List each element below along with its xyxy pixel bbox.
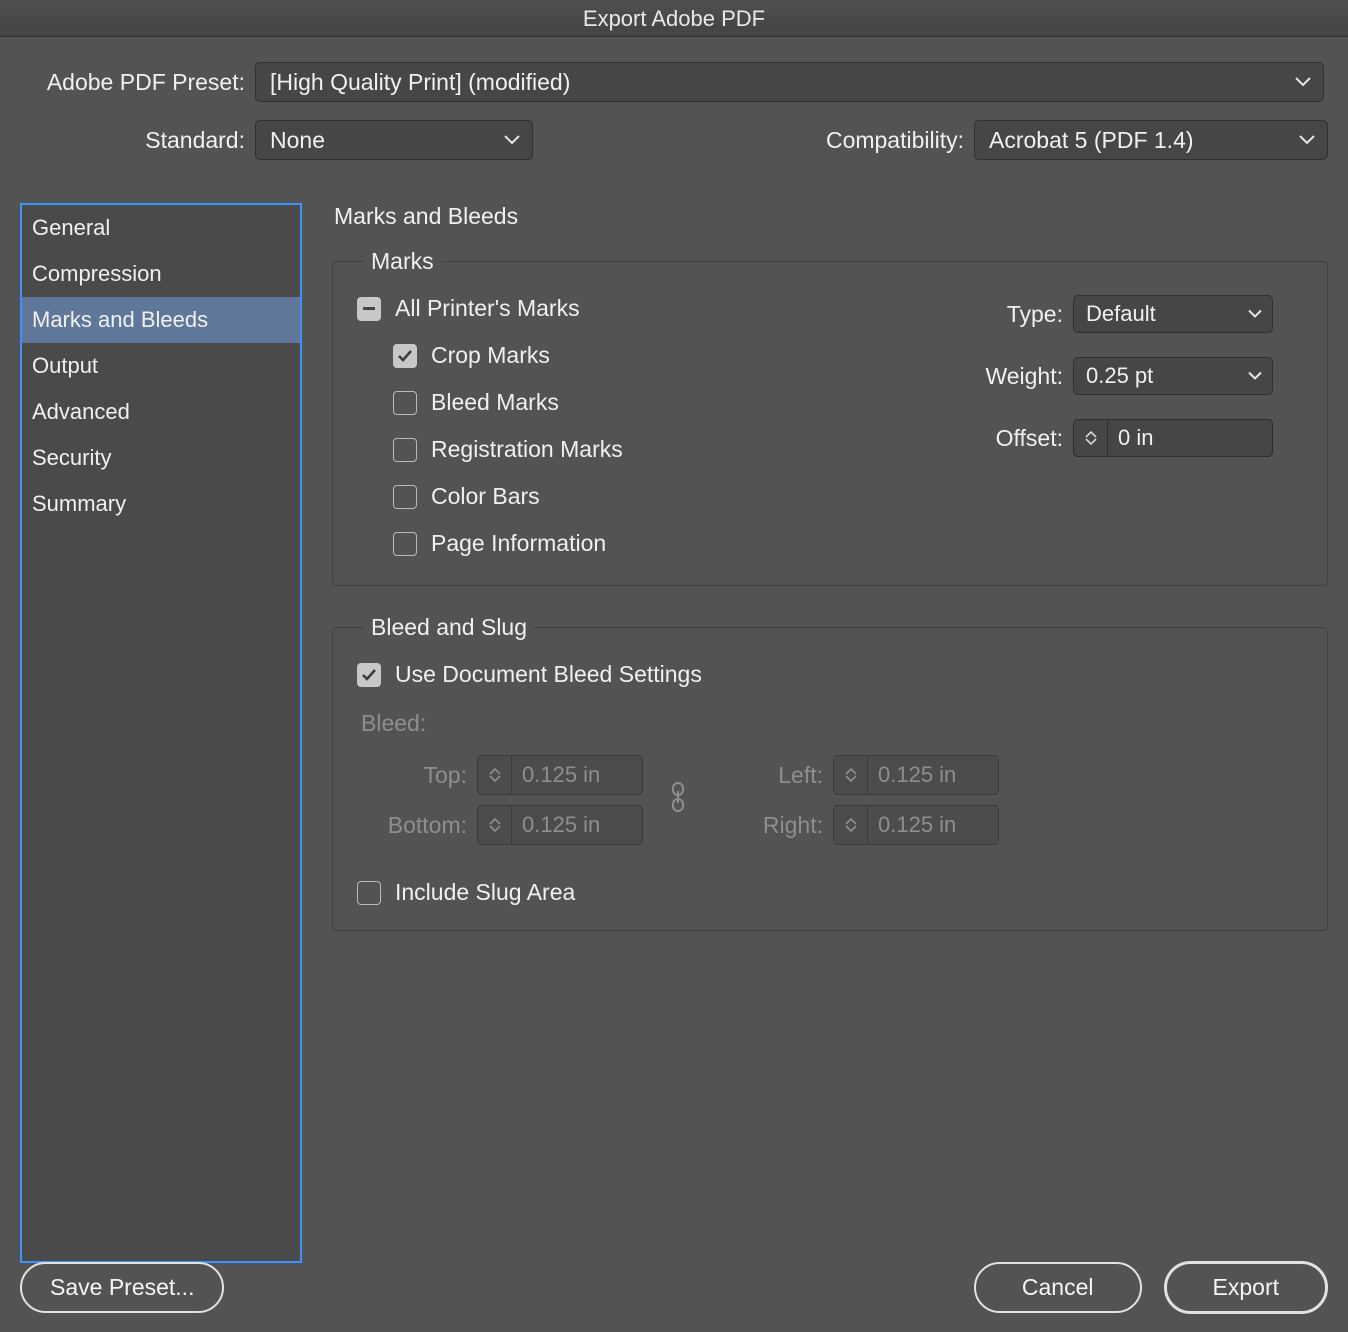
bleed-right-label: Right: [713,812,833,839]
panel-title: Marks and Bleeds [332,203,1328,230]
bleed-left-stepper [833,755,867,795]
chevron-down-icon [1248,310,1262,319]
all-printers-marks-label: All Printer's Marks [395,295,580,322]
page-information-label: Page Information [431,530,606,557]
weight-value: 0.25 pt [1086,363,1153,389]
type-label: Type: [973,301,1073,328]
all-printers-marks-checkbox[interactable] [357,297,381,321]
standard-value: None [270,127,325,154]
bleed-right-input: 0.125 in [833,805,999,845]
marks-legend: Marks [363,248,442,275]
chevron-down-icon [1295,77,1311,87]
standard-label: Standard: [20,127,255,154]
bleed-marks-checkbox[interactable] [393,391,417,415]
bleed-bottom-value: 0.125 in [511,805,643,845]
bleed-left-value: 0.125 in [867,755,999,795]
top-panel: Adobe PDF Preset: [High Quality Print] (… [0,37,1348,183]
sidebar-item[interactable]: Summary [22,481,300,527]
weight-label: Weight: [973,363,1073,390]
sidebar-item[interactable]: General [22,205,300,251]
preset-label: Adobe PDF Preset: [20,69,255,96]
crop-marks-checkbox[interactable] [393,344,417,368]
sidebar-item[interactable]: Output [22,343,300,389]
registration-marks-checkbox[interactable] [393,438,417,462]
compat-label: Compatibility: [533,127,974,154]
chevron-down-icon [504,135,520,145]
bleed-left-label: Left: [713,762,833,789]
preset-select[interactable]: [High Quality Print] (modified) [255,62,1324,102]
compat-select[interactable]: Acrobat 5 (PDF 1.4) [974,120,1328,160]
window-title: Export Adobe PDF [0,0,1348,37]
bleed-top-value: 0.125 in [511,755,643,795]
standard-select[interactable]: None [255,120,533,160]
offset-input[interactable]: 0 in [1073,419,1273,457]
bleed-right-stepper [833,805,867,845]
bleed-top-label: Top: [357,762,477,789]
type-select[interactable]: Default [1073,295,1273,333]
offset-value[interactable]: 0 in [1107,419,1273,457]
offset-label: Offset: [973,425,1073,452]
registration-marks-label: Registration Marks [431,436,623,463]
bleed-heading: Bleed: [361,710,1303,737]
cancel-button[interactable]: Cancel [974,1262,1142,1313]
crop-marks-label: Crop Marks [431,342,550,369]
sidebar: GeneralCompressionMarks and BleedsOutput… [20,203,302,1263]
bleed-top-stepper [477,755,511,795]
chevron-down-icon [1248,372,1262,381]
page-information-checkbox[interactable] [393,532,417,556]
bleed-left-input: 0.125 in [833,755,999,795]
export-button[interactable]: Export [1164,1261,1328,1314]
sidebar-item[interactable]: Marks and Bleeds [22,297,300,343]
sidebar-item[interactable]: Security [22,435,300,481]
sidebar-item[interactable]: Advanced [22,389,300,435]
bleed-fieldset: Bleed and Slug Use Document Bleed Settin… [332,614,1328,931]
bleed-top-input: 0.125 in [477,755,643,795]
use-document-bleed-label: Use Document Bleed Settings [395,661,702,688]
chevron-down-icon [1299,135,1315,145]
bleed-bottom-input: 0.125 in [477,805,643,845]
bleed-bottom-label: Bottom: [357,812,477,839]
bleed-right-value: 0.125 in [867,805,999,845]
footer: Save Preset... Cancel Export [0,1261,1348,1314]
include-slug-checkbox[interactable] [357,881,381,905]
preset-value: [High Quality Print] (modified) [270,69,570,96]
compat-value: Acrobat 5 (PDF 1.4) [989,127,1194,154]
sidebar-item[interactable]: Compression [22,251,300,297]
bleed-marks-label: Bleed Marks [431,389,559,416]
type-value: Default [1086,301,1156,327]
offset-stepper[interactable] [1073,419,1107,457]
include-slug-label: Include Slug Area [395,879,575,906]
bleed-bottom-stepper [477,805,511,845]
marks-fieldset: Marks All Printer's Marks Crop Marks [332,248,1328,586]
link-icon [663,782,693,819]
color-bars-checkbox[interactable] [393,485,417,509]
use-document-bleed-checkbox[interactable] [357,663,381,687]
main-panel: Marks and Bleeds Marks All Printer's Mar… [332,203,1328,1263]
weight-select[interactable]: 0.25 pt [1073,357,1273,395]
bleed-legend: Bleed and Slug [363,614,535,641]
color-bars-label: Color Bars [431,483,540,510]
save-preset-button[interactable]: Save Preset... [20,1262,224,1313]
